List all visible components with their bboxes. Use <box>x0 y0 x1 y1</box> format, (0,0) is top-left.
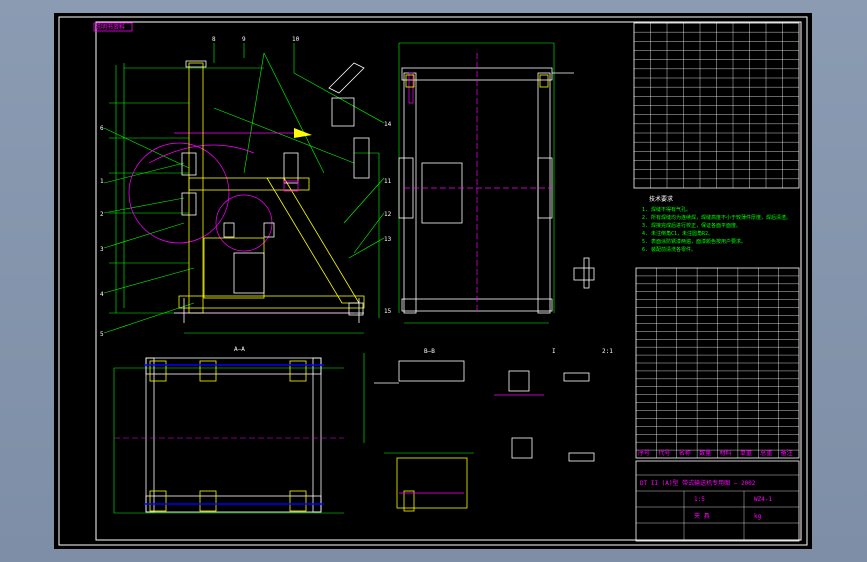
note-5: 5. 表面涂防锈漆两遍，面漆颜色按用户要求。 <box>642 238 746 245</box>
bottom-view <box>113 357 344 514</box>
svg-text:15: 15 <box>384 308 392 315</box>
svg-text:9: 9 <box>242 36 246 43</box>
detail-scale: 2:1 <box>602 348 613 355</box>
svg-text:14: 14 <box>384 121 392 128</box>
title-block: DT II (A)型 带式输送机专用图 — 2002 1:5 WZ4-1 夹 具… <box>635 460 800 542</box>
note-4: 4. 未注倒角C1，未注圆角R2。 <box>642 230 713 237</box>
bom-header-cell: 代号 <box>658 449 670 457</box>
title-tag: 说明书资料 <box>95 23 125 31</box>
drawing-number: WZ4-1 <box>754 496 772 503</box>
bom-header-cell: 单重 <box>740 449 752 457</box>
svg-text:3: 3 <box>100 246 104 253</box>
weight-unit: kg <box>754 513 762 520</box>
note-3: 3. 焊接完成后进行校正，保证各面平面度。 <box>642 222 741 229</box>
svg-text:2: 2 <box>100 211 104 218</box>
side-view <box>398 42 574 324</box>
svg-text:5: 5 <box>100 331 104 338</box>
scale: 1:5 <box>694 496 705 503</box>
svg-text:1: 1 <box>100 178 104 185</box>
parts-list: 序号 代号 名称 数量 材料 单重 总重 备注 <box>635 267 800 459</box>
bom-header-cell: 名称 <box>679 449 691 457</box>
notes-title: 技术要求 <box>649 195 673 203</box>
detail-label: I <box>552 348 556 355</box>
note-1: 1. 焊缝不得有气孔。 <box>642 206 691 213</box>
sheet-inner-frame <box>95 21 802 541</box>
section-label: B—B <box>424 348 435 355</box>
cad-viewport[interactable]: 说明书资料 1 2 3 4 5 6 8 9 10 11 12 13 14 15 … <box>54 13 812 549</box>
note-6: 6. 装配前清洗各零件。 <box>642 246 696 253</box>
svg-text:12: 12 <box>384 211 392 218</box>
project-name: DT II (A)型 带式输送机专用图 — 2002 <box>640 479 756 487</box>
bom-header-cell: 总重 <box>760 449 772 457</box>
bom-header-cell: 序号 <box>638 449 650 457</box>
svg-text:11: 11 <box>384 178 392 185</box>
svg-text:4: 4 <box>100 291 104 298</box>
front-view: 123 456 8 9 10 111213 1415 A—A <box>100 36 392 353</box>
technical-notes: 技术要求 1. 焊缝不得有气孔。 2. 所有焊缝均为连续焊，焊缝高度不小于较薄件… <box>642 195 791 253</box>
view-label-a: A—A <box>234 346 245 353</box>
svg-text:6: 6 <box>100 125 104 132</box>
section-bb: B—B <box>363 348 474 512</box>
note-2: 2. 所有焊缝均为连续焊，焊缝高度不小于较薄件厚度，焊后清渣。 <box>642 214 791 221</box>
svg-text:10: 10 <box>292 36 300 43</box>
engineering-drawing-canvas: 说明书资料 123 456 8 9 10 111213 1415 A—A B—B… <box>58 16 808 546</box>
svg-text:8: 8 <box>212 36 216 43</box>
bom-header-cell: 材料 <box>720 449 732 457</box>
svg-text:13: 13 <box>384 236 392 243</box>
part-name: 夹 具 <box>694 512 710 520</box>
parameter-table <box>633 22 800 189</box>
bom-header-cell: 数量 <box>699 449 711 457</box>
bom-header-cell: 备注 <box>781 449 793 457</box>
detail-sketches <box>494 257 595 462</box>
